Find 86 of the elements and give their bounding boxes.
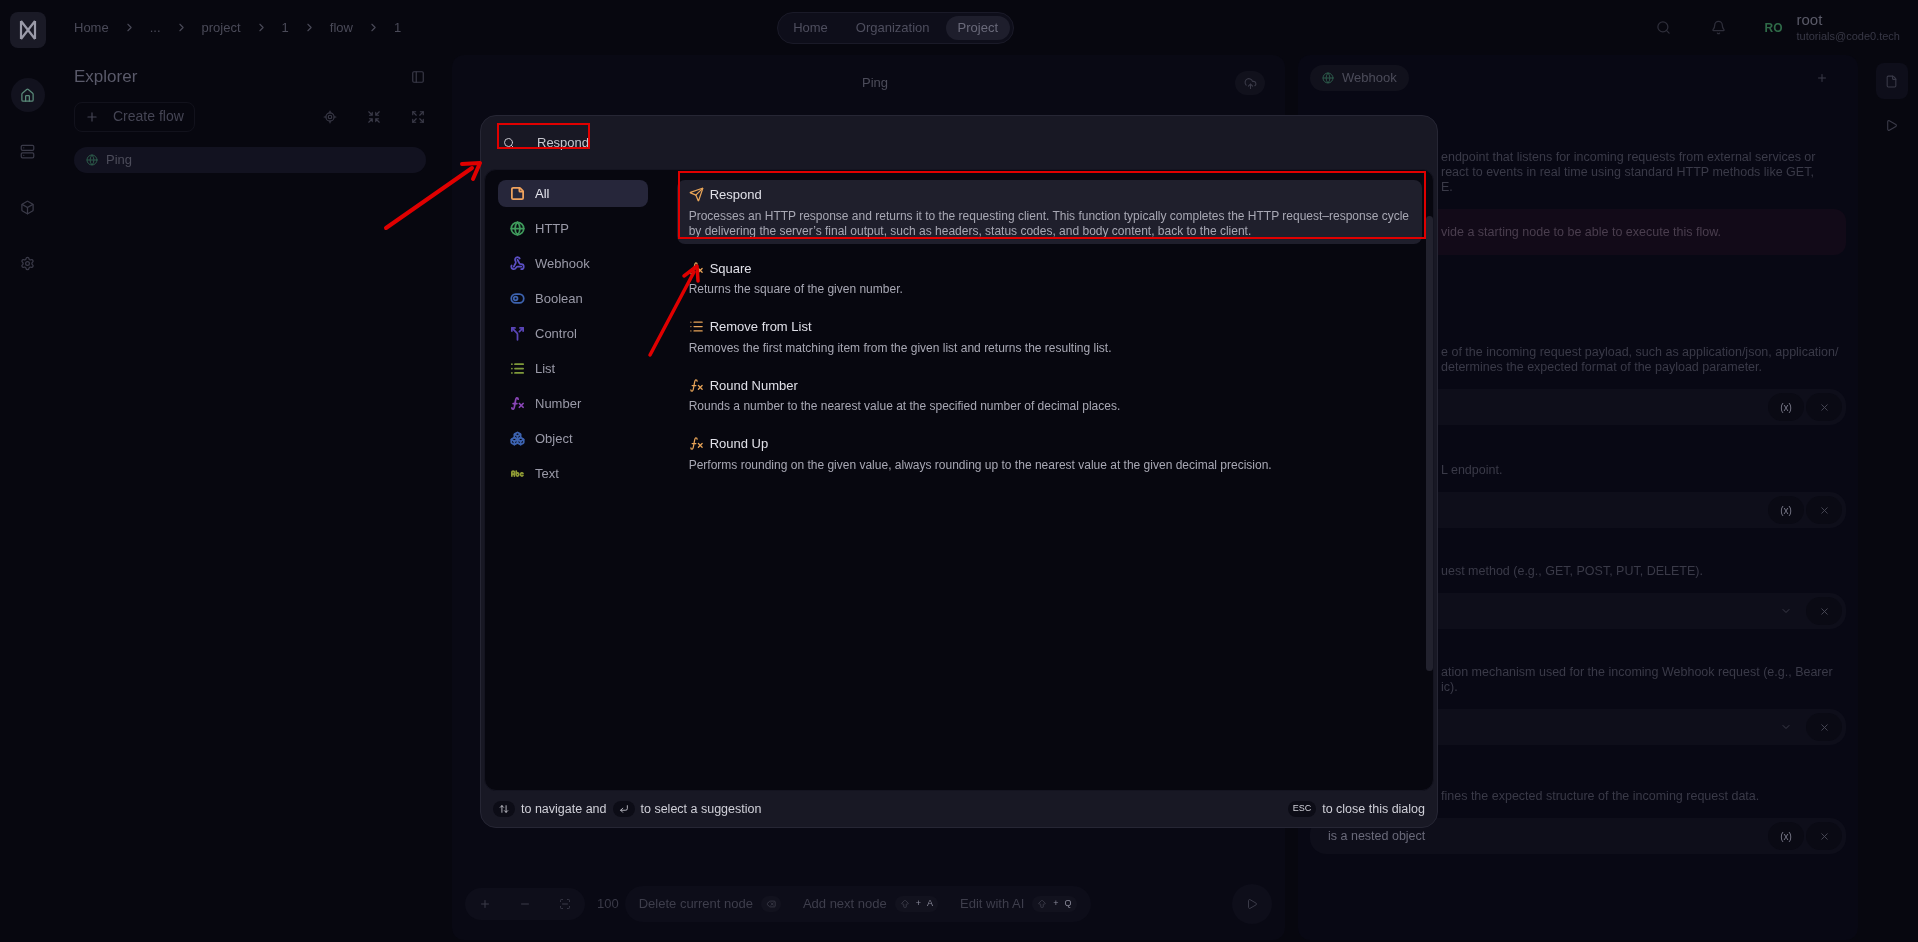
flow-title: Ping xyxy=(861,74,889,93)
list-icon xyxy=(688,319,704,335)
clear-button[interactable] xyxy=(1806,713,1842,741)
server-icon xyxy=(20,143,35,159)
category-item[interactable]: Number xyxy=(498,390,648,417)
search-icon[interactable] xyxy=(1656,20,1672,35)
parameter-field[interactable]: is a nested object (x) xyxy=(1310,818,1846,854)
result-title: Remove from List xyxy=(709,318,812,336)
backspace-icon xyxy=(765,899,776,909)
locate-icon[interactable] xyxy=(323,109,337,124)
clear-button[interactable] xyxy=(1806,822,1842,850)
clear-button[interactable] xyxy=(1806,393,1842,421)
result-title: Square xyxy=(709,259,752,278)
plus-icon xyxy=(85,109,99,124)
shift-icon xyxy=(1037,899,1048,909)
result-description: Removes the first matching item from the given list and returns the resulting list. xyxy=(688,340,1113,356)
result-description: Performs rounding on the given value, always rounding up to the nearest value at the given decimal precision. xyxy=(688,457,1273,473)
category-item[interactable]: Control xyxy=(498,320,648,347)
bell-icon[interactable] xyxy=(1711,20,1727,35)
close-icon xyxy=(1818,401,1830,413)
close-icon xyxy=(1818,830,1830,842)
settings-icon xyxy=(20,255,35,271)
placeholder-text: is a nested object xyxy=(1328,827,1426,845)
clear-button[interactable] xyxy=(1806,597,1842,625)
play-icon xyxy=(1246,898,1258,910)
play-icon[interactable] xyxy=(1885,119,1898,132)
function-icon xyxy=(688,377,704,393)
shift-icon xyxy=(899,899,910,909)
result-description: Returns the square of the given number. xyxy=(688,282,904,297)
globe-icon xyxy=(1322,72,1334,84)
result-title: Round Up xyxy=(709,435,769,453)
result-title: Respond xyxy=(709,186,762,204)
navigate-hint: to navigate and xyxy=(521,800,607,818)
search-icon xyxy=(503,136,515,149)
variable-button[interactable]: (x) xyxy=(1768,822,1804,850)
search-input[interactable]: Respond xyxy=(537,132,837,153)
category-item[interactable]: Boolean xyxy=(498,285,648,312)
explorer-title: Explorer xyxy=(74,66,138,88)
plus-icon[interactable] xyxy=(1816,72,1828,84)
package-icon xyxy=(20,199,35,215)
variable-button[interactable]: (x) xyxy=(1768,393,1804,421)
expand-icon[interactable] xyxy=(411,109,425,124)
result-item[interactable]: Square Returns the square of the given number. xyxy=(676,253,1422,302)
run-button[interactable] xyxy=(1232,884,1272,924)
upload-icon xyxy=(1243,76,1257,90)
user-initials[interactable]: RO xyxy=(1764,18,1783,37)
variable-button[interactable]: (x) xyxy=(1768,496,1804,524)
fit-view-icon xyxy=(559,898,571,910)
close-hint: to close this dialog xyxy=(1322,800,1425,818)
result-item[interactable]: Remove from List Removes the first matching item from the given list and returns the resulting list. xyxy=(676,312,1422,361)
plus-icon xyxy=(479,898,491,910)
document-button[interactable] xyxy=(1875,63,1908,99)
enter-key-icon xyxy=(612,801,635,817)
category-item[interactable]: Text xyxy=(498,460,648,487)
category-item[interactable]: Webhook xyxy=(498,250,648,277)
globe-icon xyxy=(86,153,98,166)
category-item[interactable]: HTTP xyxy=(498,215,648,242)
select-hint: to select a suggestion xyxy=(640,800,762,818)
send-icon xyxy=(688,187,704,203)
close-icon xyxy=(1818,605,1830,617)
panel-toggle-icon[interactable] xyxy=(411,69,425,84)
home-icon xyxy=(20,87,35,103)
rail-nav-button[interactable] xyxy=(10,78,45,112)
category-item[interactable]: List xyxy=(498,355,648,382)
close-icon xyxy=(1818,504,1830,516)
nav-tab[interactable]: Project xyxy=(945,15,1011,40)
clear-button[interactable] xyxy=(1806,496,1842,524)
shortcut-key: + Q xyxy=(1032,896,1077,912)
result-description: Rounds a number to the nearest value at the specified number of decimal places. xyxy=(688,399,1122,414)
scrollbar-thumb[interactable] xyxy=(1426,216,1433,671)
result-item[interactable] xyxy=(676,180,1422,244)
shortcut-key: + A xyxy=(894,896,939,912)
collapse-icon[interactable] xyxy=(367,109,381,124)
category-item[interactable]: Object xyxy=(498,425,648,452)
category-item[interactable]: All xyxy=(498,180,648,207)
file-icon xyxy=(1885,74,1898,88)
function-icon xyxy=(688,436,704,452)
function-icon xyxy=(688,260,704,276)
result-item[interactable]: Round Up Performs rounding on the given value, always rounding up to the nearest value at the given decimal precision. xyxy=(676,429,1422,478)
upload-button[interactable] xyxy=(1235,71,1265,95)
result-title: Round Number xyxy=(709,376,798,395)
close-icon xyxy=(1818,721,1830,733)
escape-key: ESC xyxy=(1287,801,1317,817)
arrow-keys-icon xyxy=(493,801,515,817)
app-logo[interactable] xyxy=(9,12,46,48)
user-name: root xyxy=(1796,11,1824,30)
